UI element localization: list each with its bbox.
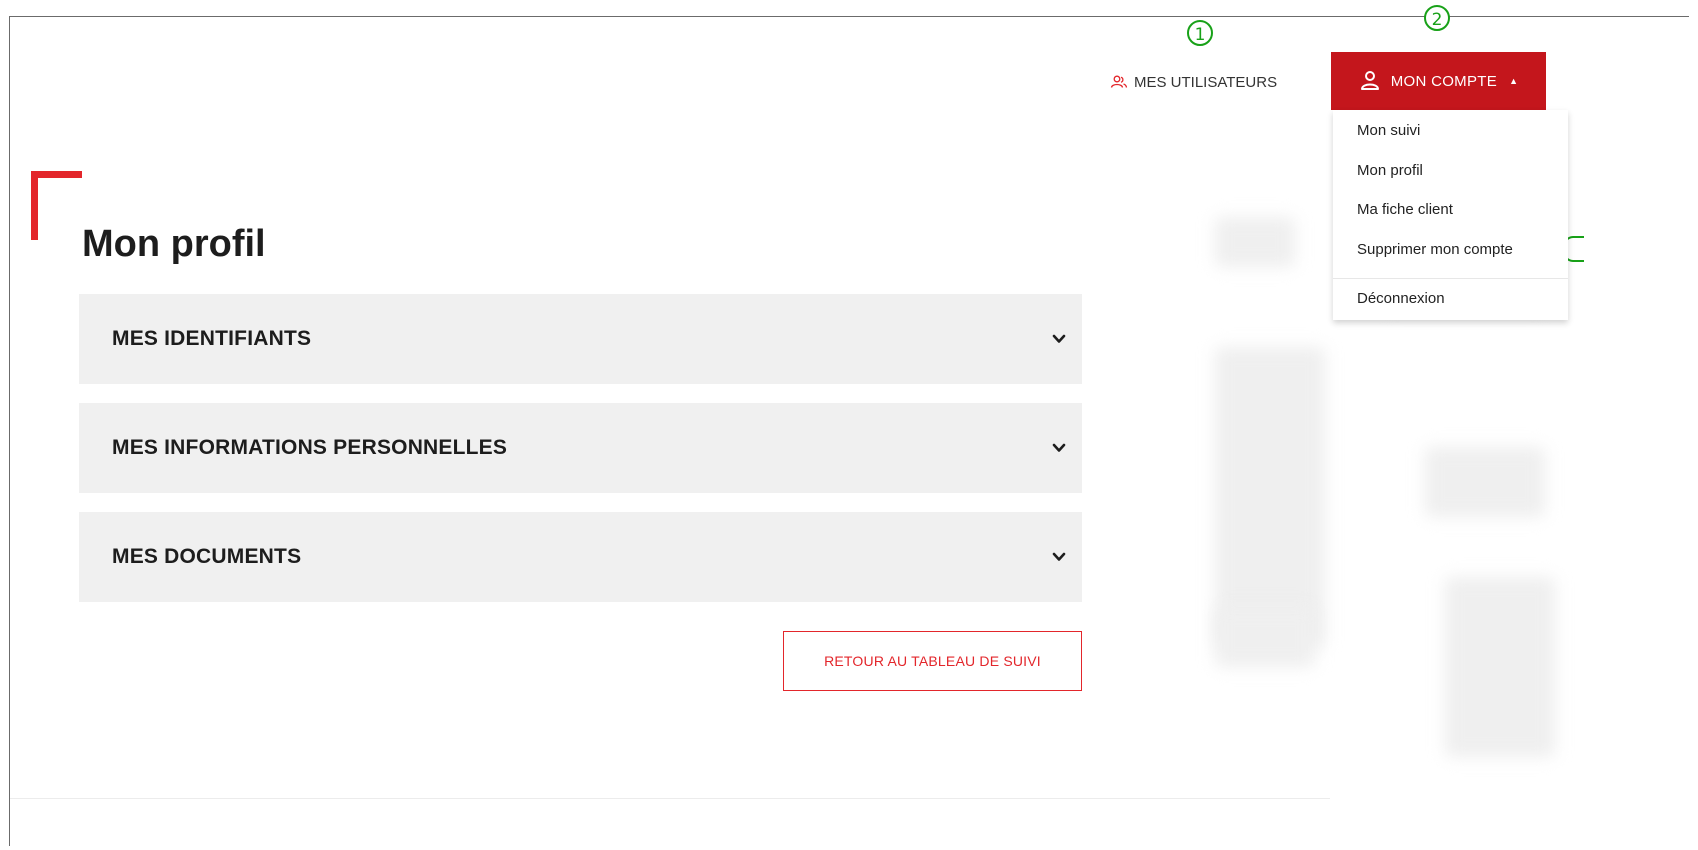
account-dropdown-menu: Mon suivi Mon profil Ma fiche client Sup… (1333, 110, 1568, 320)
mes-utilisateurs-label: MES UTILISATEURS (1134, 73, 1278, 91)
user-icon (1359, 70, 1381, 92)
menu-item-deconnexion[interactable]: Déconnexion (1357, 290, 1445, 307)
page-title: Mon profil (82, 223, 266, 265)
mon-compte-label: MON COMPTE (1390, 72, 1498, 90)
footer-divider (10, 798, 1330, 799)
title-accent-bar (31, 171, 82, 178)
retour-au-tableau-de-suivi-button[interactable]: RETOUR AU TABLEAU DE SUIVI (783, 631, 1082, 691)
menu-item-mon-profil[interactable]: Mon profil (1357, 162, 1423, 179)
chevron-down-icon (1052, 332, 1066, 346)
mes-utilisateurs-link[interactable]: MES UTILISATEURS (1110, 70, 1277, 94)
accordion-mes-informations-personnelles[interactable]: MES INFORMATIONS PERSONNELLES (79, 403, 1082, 493)
mon-compte-button[interactable]: MON COMPTE ▲ (1331, 52, 1546, 110)
menu-item-supprimer-mon-compte[interactable]: Supprimer mon compte (1357, 241, 1513, 258)
accordion-mes-documents[interactable]: MES DOCUMENTS (79, 512, 1082, 602)
menu-item-mon-suivi[interactable]: Mon suivi (1357, 122, 1420, 139)
chevron-down-icon (1052, 441, 1066, 455)
accordion-label: MES DOCUMENTS (112, 545, 302, 568)
users-icon (1110, 75, 1128, 89)
annotation-marker-1: 1 (1187, 20, 1213, 46)
menu-divider (1333, 278, 1568, 279)
title-accent-bar-vertical (31, 171, 38, 240)
annotation-marker-2: 2 (1424, 5, 1450, 31)
accordion-label: MES IDENTIFIANTS (112, 327, 312, 350)
chevron-up-icon: ▲ (1509, 76, 1519, 86)
menu-item-ma-fiche-client[interactable]: Ma fiche client (1357, 201, 1453, 218)
chevron-down-icon (1052, 550, 1066, 564)
accordion-mes-identifiants[interactable]: MES IDENTIFIANTS (79, 294, 1082, 384)
accordion-label: MES INFORMATIONS PERSONNELLES (112, 436, 508, 459)
